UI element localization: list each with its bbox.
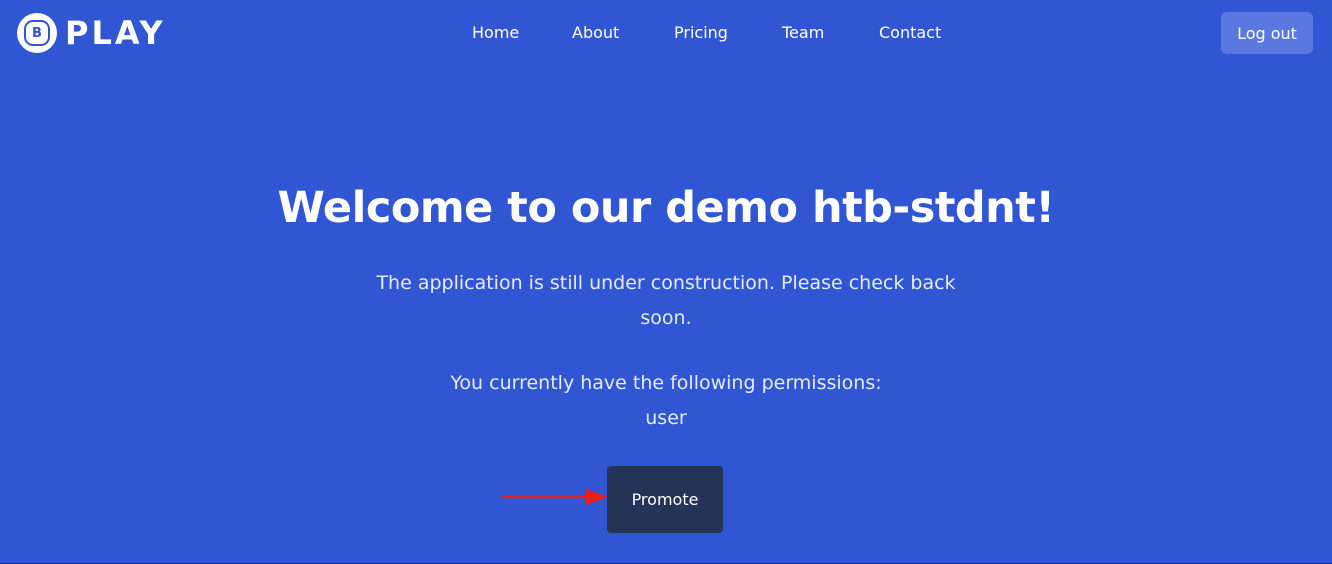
permissions-value: user <box>645 407 687 429</box>
promote-button[interactable]: Promote <box>607 466 723 533</box>
nav-item-pricing[interactable]: Pricing <box>674 20 728 46</box>
nav-item-team[interactable]: Team <box>782 20 824 46</box>
permissions-label: You currently have the following permiss… <box>450 372 882 394</box>
nav-item-home[interactable]: Home <box>472 20 519 46</box>
logout-button[interactable]: Log out <box>1221 12 1313 54</box>
hero-description: The application is still under construct… <box>376 272 956 329</box>
page-title: Welcome to our demo htb-stdnt! <box>277 183 1055 233</box>
nav-item-about[interactable]: About <box>572 20 619 46</box>
arrow-right-icon <box>501 489 608 505</box>
main-nav: Home About Pricing Team Contact <box>0 20 1332 46</box>
nav-item-contact[interactable]: Contact <box>879 20 941 46</box>
